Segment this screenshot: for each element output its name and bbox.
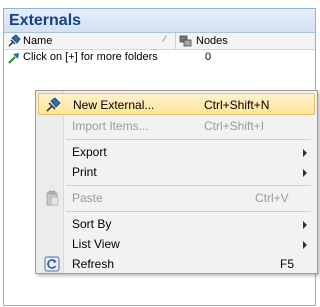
panel-title: Externals [9,12,82,29]
sort-indicator-icon: ⁄ [164,34,166,44]
menu-separator [66,139,311,140]
submenu-arrow-icon [303,241,307,249]
menu-item-new-external-shortcut: Ctrl+Shift+N [204,98,270,112]
submenu-arrow-icon [303,149,307,157]
menu-item-sort-by-label: Sort By [72,217,112,231]
menu-item-import-items[interactable]: Import Items... Ctrl+Shift+I [38,115,315,137]
refresh-icon [44,256,60,272]
menu-item-new-external[interactable]: New External... Ctrl+Shift+N [38,93,315,115]
menu-item-paste-label: Paste [72,191,103,205]
menu-item-new-external-label: New External... [73,98,155,112]
menu-item-list-view-label: List View [72,237,120,251]
menu-item-import-items-shortcut: Ctrl+Shift+I [204,119,265,133]
external-link-icon [8,53,19,64]
menu-separator [66,211,311,212]
menu-item-export[interactable]: Export [38,141,315,163]
context-menu: New External... Ctrl+Shift+N Import Item… [35,90,318,274]
row-nodes-count: 0 [205,51,212,63]
pushpin-icon [46,97,61,112]
menu-item-refresh[interactable]: Refresh F5 [38,253,315,275]
pushpin-icon [8,34,21,47]
panel-title-bar: Externals [4,9,315,33]
row-name: Click on [+] for more folders [23,51,158,63]
menu-separator [66,185,311,186]
submenu-arrow-icon [303,221,307,229]
menu-item-export-label: Export [72,145,107,159]
column-header-row: Name ⁄ Nodes [4,33,315,50]
menu-item-refresh-label: Refresh [72,257,115,271]
nodes-icon [179,35,192,47]
menu-item-refresh-shortcut: F5 [280,257,295,271]
menu-item-list-view[interactable]: List View [38,233,315,255]
submenu-arrow-icon [303,169,307,177]
table-row[interactable]: Click on [+] for more folders 0 [4,50,315,66]
menu-item-print[interactable]: Print [38,161,315,183]
menu-item-sort-by[interactable]: Sort By [38,213,315,235]
clipboard-icon [46,190,59,206]
column-header-nodes[interactable]: Nodes [176,33,317,49]
menu-item-print-label: Print [72,165,97,179]
column-header-name[interactable]: Name ⁄ [4,33,176,49]
column-header-name-label: Name [23,35,53,47]
menu-item-paste-shortcut: Ctrl+V [255,191,289,205]
column-header-nodes-label: Nodes [196,35,228,47]
menu-item-import-items-label: Import Items... [72,119,149,133]
menu-item-paste[interactable]: Paste Ctrl+V [38,187,315,209]
